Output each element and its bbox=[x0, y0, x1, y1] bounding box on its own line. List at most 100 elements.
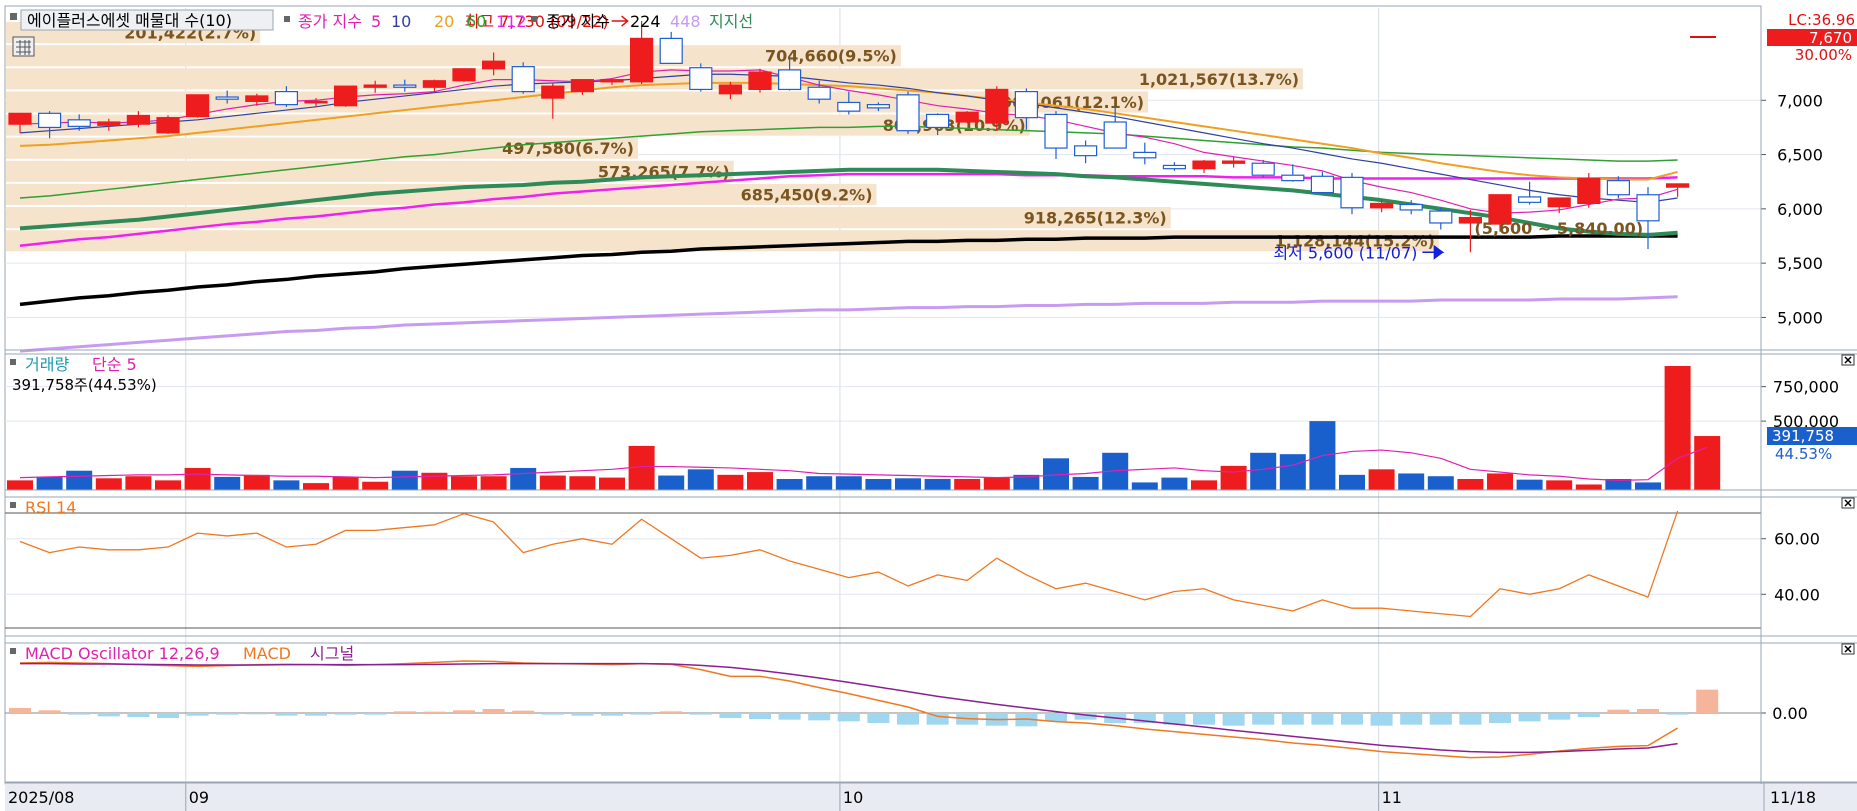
volume-bar[interactable] bbox=[954, 478, 981, 490]
macd-oscillator-bar[interactable] bbox=[1193, 713, 1215, 725]
candle[interactable] bbox=[659, 37, 683, 64]
candle[interactable] bbox=[1103, 121, 1127, 149]
volume-bar[interactable] bbox=[214, 476, 241, 490]
candle[interactable] bbox=[777, 69, 802, 91]
macd-close-button[interactable] bbox=[1841, 643, 1855, 655]
macd-oscillator-bar[interactable] bbox=[1696, 689, 1719, 713]
volume-bar[interactable] bbox=[835, 476, 862, 490]
candle[interactable] bbox=[97, 121, 121, 126]
volume-bar[interactable] bbox=[7, 480, 33, 490]
macd-oscillator-bar[interactable] bbox=[571, 713, 594, 716]
candle[interactable] bbox=[570, 79, 595, 93]
candle[interactable] bbox=[629, 37, 654, 83]
macd-oscillator-bar[interactable] bbox=[808, 713, 831, 721]
volume-bar[interactable] bbox=[451, 476, 477, 490]
candle[interactable] bbox=[1636, 194, 1660, 222]
candle[interactable] bbox=[334, 85, 358, 107]
volume-bar[interactable] bbox=[1487, 473, 1513, 490]
macd-oscillator-bar[interactable] bbox=[1400, 713, 1423, 725]
macd-oscillator-bar[interactable] bbox=[1370, 713, 1393, 726]
volume-bar[interactable] bbox=[480, 476, 507, 490]
candle[interactable] bbox=[274, 90, 298, 106]
macd-oscillator-bar[interactable] bbox=[1429, 713, 1452, 725]
macd-oscillator-bar[interactable] bbox=[1281, 713, 1304, 725]
macd-oscillator-bar[interactable] bbox=[1489, 713, 1511, 723]
macd-oscillator-bar[interactable] bbox=[393, 711, 416, 713]
macd-oscillator-bar[interactable] bbox=[1222, 713, 1245, 726]
volume-bar[interactable] bbox=[776, 478, 803, 490]
volume-bar[interactable] bbox=[717, 474, 744, 490]
macd-oscillator-bar[interactable] bbox=[837, 713, 860, 722]
macd-oscillator-bar[interactable] bbox=[1548, 713, 1571, 720]
volume-bar[interactable] bbox=[687, 469, 714, 490]
candle[interactable] bbox=[1251, 162, 1275, 176]
macd-oscillator-bar[interactable] bbox=[186, 713, 209, 716]
candle[interactable] bbox=[67, 119, 91, 127]
candle[interactable] bbox=[718, 84, 743, 95]
candle[interactable] bbox=[541, 85, 565, 99]
volume-bar[interactable] bbox=[1575, 484, 1602, 490]
volume-bar[interactable] bbox=[36, 476, 63, 490]
candle[interactable] bbox=[363, 84, 387, 88]
volume-bar[interactable] bbox=[1072, 476, 1099, 490]
candle[interactable] bbox=[1281, 174, 1305, 182]
candle[interactable] bbox=[1310, 175, 1335, 194]
candle[interactable] bbox=[1162, 164, 1187, 170]
macd-oscillator-bar[interactable] bbox=[305, 713, 327, 716]
volume-bar[interactable] bbox=[599, 477, 625, 490]
macd-oscillator-bar[interactable] bbox=[38, 710, 61, 713]
macd-oscillator-bar[interactable] bbox=[423, 711, 446, 713]
macd-oscillator-bar[interactable] bbox=[1341, 713, 1363, 725]
macd-oscillator-bar[interactable] bbox=[1607, 709, 1630, 713]
macd-oscillator-bar[interactable] bbox=[719, 713, 742, 718]
candle[interactable] bbox=[748, 71, 772, 91]
volume-bar[interactable] bbox=[362, 481, 389, 490]
volume-bar[interactable] bbox=[1161, 477, 1188, 490]
macd-oscillator-bar[interactable] bbox=[778, 713, 801, 720]
volume-bar[interactable] bbox=[658, 475, 685, 490]
candle[interactable] bbox=[1073, 145, 1098, 157]
macd-oscillator-bar[interactable] bbox=[897, 713, 919, 725]
candle[interactable] bbox=[1044, 113, 1068, 149]
volume-bar[interactable] bbox=[806, 476, 833, 490]
candle[interactable] bbox=[1547, 197, 1571, 208]
candle[interactable] bbox=[511, 66, 535, 93]
candle[interactable] bbox=[393, 84, 417, 88]
candle[interactable] bbox=[689, 67, 713, 91]
macd-oscillator-bar[interactable] bbox=[275, 713, 298, 716]
macd-oscillator-bar[interactable] bbox=[482, 709, 505, 713]
candle[interactable] bbox=[896, 94, 920, 132]
macd-oscillator-bar[interactable] bbox=[68, 713, 91, 715]
candle[interactable] bbox=[452, 68, 476, 82]
grid-toggle-icon[interactable] bbox=[12, 36, 35, 57]
volume-bar[interactable] bbox=[983, 477, 1010, 490]
macd-oscillator-bar[interactable] bbox=[9, 708, 31, 713]
candle[interactable] bbox=[482, 60, 506, 70]
candle[interactable] bbox=[1133, 151, 1157, 159]
volume-bar[interactable] bbox=[569, 476, 596, 490]
candle[interactable] bbox=[8, 112, 32, 125]
macd-oscillator-bar[interactable] bbox=[749, 713, 771, 719]
volume-bar[interactable] bbox=[273, 480, 300, 490]
volume-bar[interactable] bbox=[421, 472, 448, 490]
macd-oscillator-bar[interactable] bbox=[364, 713, 387, 715]
volume-bar[interactable] bbox=[1635, 482, 1661, 490]
macd-oscillator-bar[interactable] bbox=[512, 710, 535, 713]
rsi-close-button[interactable] bbox=[1841, 497, 1855, 509]
candle[interactable] bbox=[1517, 196, 1542, 203]
volume-bar[interactable] bbox=[1191, 480, 1217, 490]
volume-bar[interactable] bbox=[1250, 452, 1277, 490]
volume-bar[interactable] bbox=[895, 478, 921, 490]
candle[interactable] bbox=[1606, 180, 1631, 196]
candle[interactable] bbox=[1577, 177, 1601, 205]
volume-bar[interactable] bbox=[1220, 465, 1247, 490]
candle[interactable] bbox=[1665, 183, 1690, 188]
volume-bar[interactable] bbox=[1279, 454, 1306, 490]
volume-bar[interactable] bbox=[184, 467, 211, 490]
candle[interactable] bbox=[245, 95, 269, 102]
candle[interactable] bbox=[866, 104, 891, 109]
macd-oscillator-bar[interactable] bbox=[1459, 713, 1482, 725]
volume-bar[interactable] bbox=[924, 478, 951, 490]
candle[interactable] bbox=[215, 96, 239, 100]
macd-oscillator-bar[interactable] bbox=[157, 713, 179, 718]
